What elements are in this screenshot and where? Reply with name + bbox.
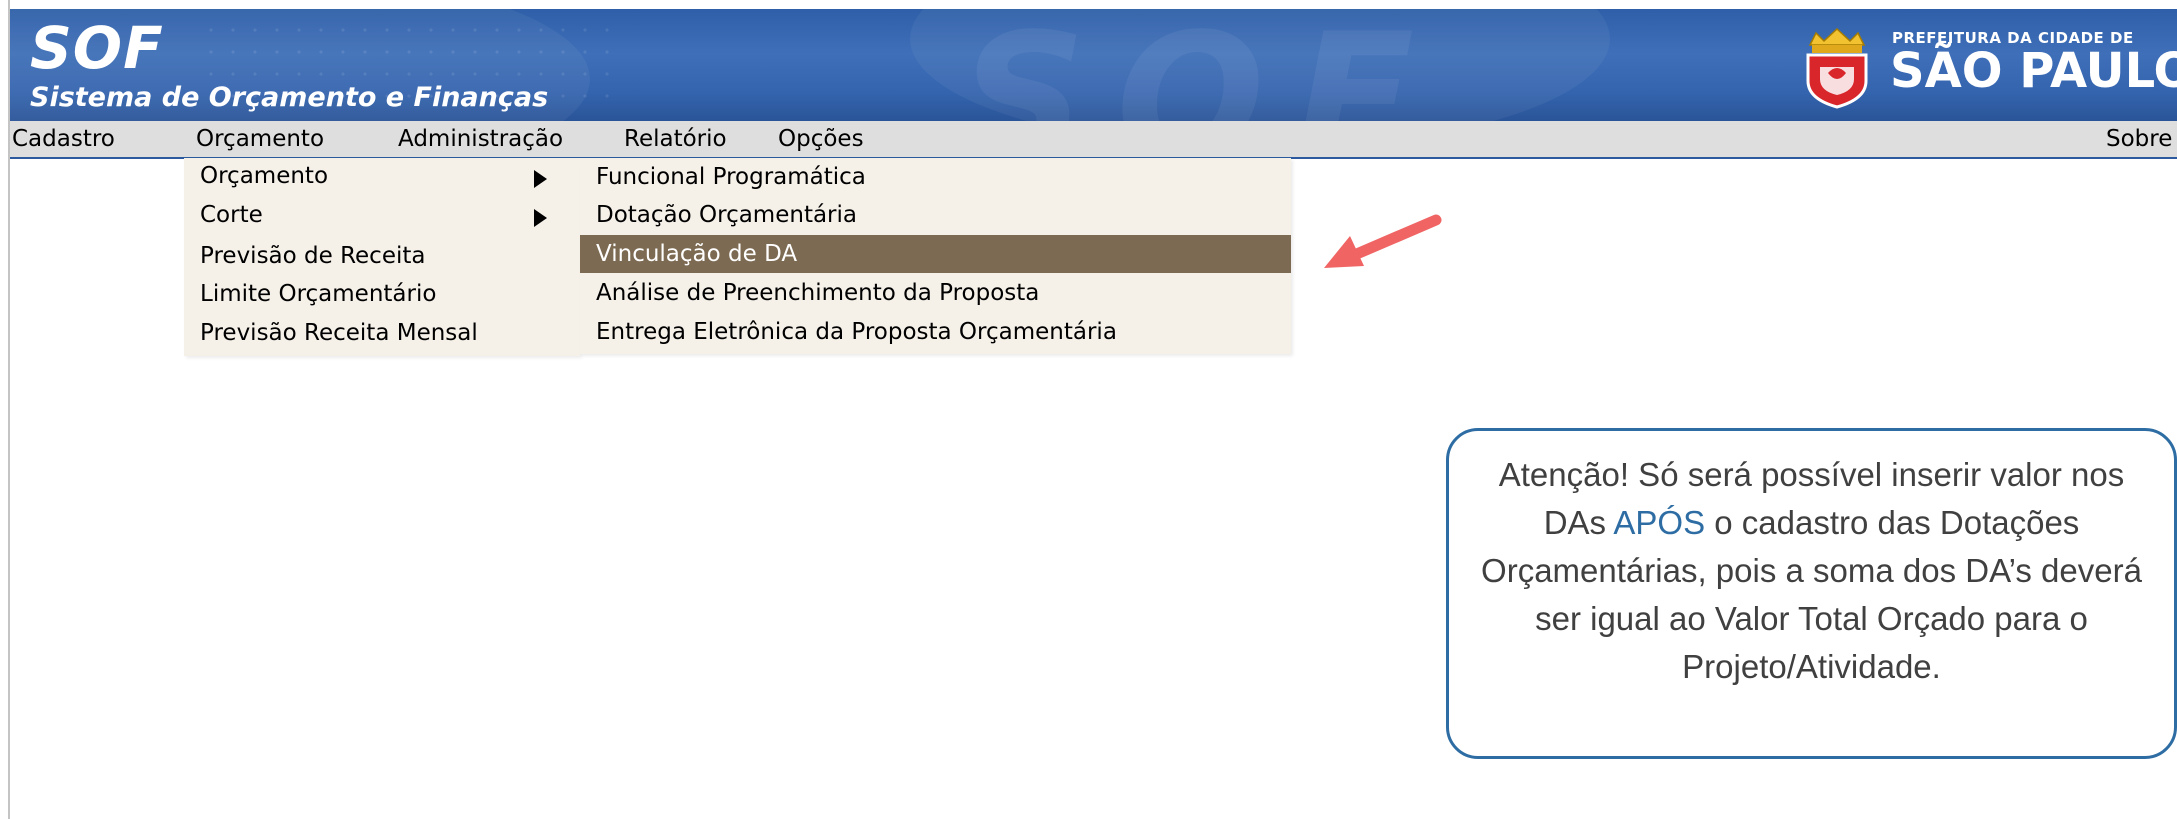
app-logo-subtitle: Sistema de Orçamento e Finanças xyxy=(30,82,549,113)
submenu-arrow-icon xyxy=(534,170,547,188)
red-pointer-arrow-icon xyxy=(1324,214,1442,268)
dropdown-item-corte[interactable]: Corte xyxy=(200,202,263,228)
warning-callout: Atenção! Só será possível inserir valor … xyxy=(1446,428,2177,759)
orcamento-dropdown-menu: Orçamento Corte Previsão de Receita Limi… xyxy=(184,158,580,356)
main-menu-bar: Cadastro Orçamento Administração Relatór… xyxy=(10,121,2177,159)
submenu-item-analise-preenchimento[interactable]: Análise de Preenchimento da Proposta xyxy=(580,274,1291,312)
city-hall-logo: PREFEITURA DA CIDADE DE SÃO PAULO xyxy=(1800,17,2177,113)
submenu-item-dotacao-orcamentaria[interactable]: Dotação Orçamentária xyxy=(580,196,1291,234)
menu-orcamento[interactable]: Orçamento xyxy=(196,126,324,152)
menu-sobre[interactable]: Sobre xyxy=(2106,126,2172,152)
callout-text: Atenção! Só será possível inserir valor … xyxy=(1475,451,2148,691)
banner-watermark: SOF xyxy=(960,9,1445,121)
menu-relatorio[interactable]: Relatório xyxy=(624,126,727,152)
dropdown-item-previsao-receita[interactable]: Previsão de Receita xyxy=(200,243,426,269)
app-logo-title: SOF xyxy=(30,14,164,82)
page-top-margin xyxy=(0,0,2177,9)
submenu-item-funcional-programatica[interactable]: Funcional Programática xyxy=(580,158,1291,196)
submenu-arrow-icon xyxy=(534,209,547,227)
dropdown-item-previsao-receita-mensal[interactable]: Previsão Receita Mensal xyxy=(200,320,478,346)
menu-administracao[interactable]: Administração xyxy=(398,126,563,152)
menu-opcoes[interactable]: Opções xyxy=(778,126,864,152)
orcamento-submenu: Funcional Programática Dotação Orçamentá… xyxy=(580,158,1291,354)
callout-text-emphasis: APÓS xyxy=(1613,504,1706,541)
app-header-banner: SOF SOF Sistema de Orçamento e Finanças … xyxy=(10,9,2177,121)
city-crest-icon xyxy=(1806,27,1868,109)
submenu-item-entrega-eletronica[interactable]: Entrega Eletrônica da Proposta Orçamentá… xyxy=(580,313,1291,351)
dropdown-item-orcamento[interactable]: Orçamento xyxy=(200,163,328,189)
dropdown-item-limite-orcamentario[interactable]: Limite Orçamentário xyxy=(200,281,436,307)
city-logo-name: SÃO PAULO xyxy=(1890,43,2177,99)
submenu-item-vinculacao-de-da[interactable]: Vinculação de DA xyxy=(580,235,1291,273)
menu-cadastro[interactable]: Cadastro xyxy=(12,126,115,152)
